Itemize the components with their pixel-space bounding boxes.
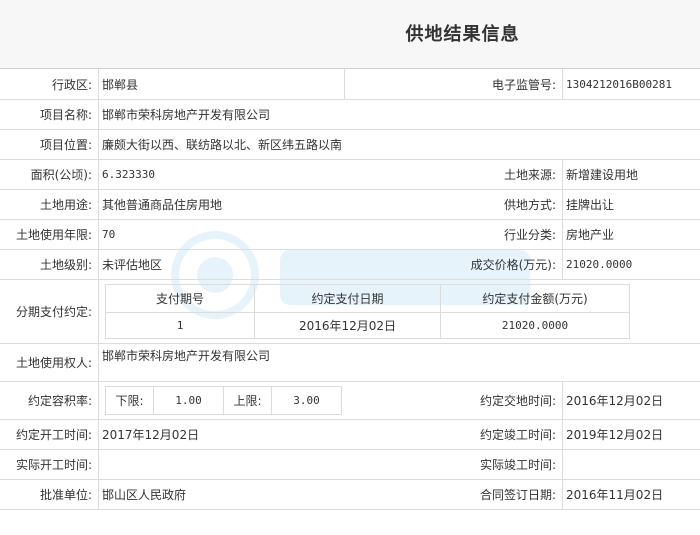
finish-value: 2019年12月02日 bbox=[566, 428, 664, 442]
use-years-label: 土地使用年限: bbox=[0, 220, 99, 249]
start-value: 2017年12月02日 bbox=[102, 428, 200, 442]
land-level-value: 未评估地区 bbox=[102, 258, 163, 272]
row-start: 约定开工时间: 2017年12月02日 约定竣工时间: 2019年12月02日 bbox=[0, 420, 700, 450]
supervision-label: 电子监管号: bbox=[344, 69, 563, 99]
installment-date: 2016年12月02日 bbox=[255, 313, 441, 338]
row-far: 约定容积率: 下限: 1.00 上限: 3.00 约定交地时间: 2016年12… bbox=[0, 382, 700, 420]
supply-method-value: 挂牌出让 bbox=[566, 198, 615, 212]
actual-finish-value bbox=[563, 450, 700, 479]
deal-price-label: 成交价格(万元): bbox=[344, 250, 563, 279]
land-use-value: 其他普通商品住房用地 bbox=[102, 198, 223, 212]
row-land-use: 土地用途: 其他普通商品住房用地 供地方式: 挂牌出让 bbox=[0, 190, 700, 220]
contract-date-label: 合同签订日期: bbox=[344, 480, 563, 509]
row-land-user: 土地使用权人: 邯郸市荣科房地产开发有限公司 bbox=[0, 344, 700, 382]
far-lower-value: 1.00 bbox=[154, 387, 224, 414]
district-value: 邯郸县 bbox=[102, 77, 139, 92]
project-location-label: 项目位置: bbox=[0, 130, 99, 159]
project-name-value: 邯郸市荣科房地产开发有限公司 bbox=[102, 108, 271, 122]
installment-header-amount: 约定支付金额(万元) bbox=[482, 292, 588, 306]
installment-period: 1 bbox=[106, 313, 255, 338]
installment-header-period: 支付期号 bbox=[106, 285, 255, 312]
contract-date-value: 2016年11月02日 bbox=[566, 488, 664, 502]
deal-price-value: 21020.0000 bbox=[566, 258, 633, 271]
row-approver: 批准单位: 邯山区人民政府 合同签订日期: 2016年11月02日 bbox=[0, 480, 700, 510]
actual-start-value bbox=[99, 450, 344, 479]
row-installment: 分期支付约定: 支付期号 约定支付日期 约定支付金额(万元) 1 2016年12… bbox=[0, 280, 700, 344]
far-upper-value: 3.00 bbox=[293, 394, 320, 407]
land-level-label: 土地级别: bbox=[0, 250, 99, 279]
installment-header-row: 支付期号 约定支付日期 约定支付金额(万元) bbox=[106, 285, 629, 313]
row-actual: 实际开工时间: 实际竣工时间: bbox=[0, 450, 700, 480]
area-label: 面积(公顷): bbox=[0, 160, 99, 189]
supply-method-label: 供地方式: bbox=[344, 190, 563, 219]
actual-finish-label: 实际竣工时间: bbox=[344, 450, 563, 479]
handover-label: 约定交地时间: bbox=[344, 382, 563, 419]
finish-label: 约定竣工时间: bbox=[344, 420, 563, 449]
project-location-value: 廉颇大街以西、联纺路以北、新区纬五路以南 bbox=[102, 138, 343, 152]
land-user-label: 土地使用权人: bbox=[0, 344, 99, 381]
actual-start-label: 实际开工时间: bbox=[0, 450, 99, 479]
handover-value: 2016年12月02日 bbox=[566, 394, 664, 408]
use-years-value: 70 bbox=[102, 228, 116, 241]
page-title: 供地结果信息 bbox=[405, 24, 520, 45]
land-use-label: 土地用途: bbox=[0, 190, 99, 219]
row-use-years: 土地使用年限: 70 行业分类: 房地产业 bbox=[0, 220, 700, 250]
installment-amount: 21020.0000 bbox=[501, 319, 569, 332]
page-header: 供地结果信息 bbox=[0, 0, 700, 69]
district-label: 行政区: bbox=[0, 69, 99, 99]
far-label: 约定容积率: bbox=[0, 382, 99, 419]
approver-value: 邯山区人民政府 bbox=[102, 488, 187, 502]
supervision-value: 1304212016B00281 bbox=[566, 77, 672, 91]
row-project-name: 项目名称: 邯郸市荣科房地产开发有限公司 bbox=[0, 100, 700, 130]
row-area: 面积(公顷): 6.323330 土地来源: 新增建设用地 bbox=[0, 160, 700, 190]
land-source-label: 土地来源: bbox=[344, 160, 563, 189]
far-upper-label: 上限: bbox=[224, 387, 272, 414]
installment-table: 支付期号 约定支付日期 约定支付金额(万元) 1 2016年12月02日 210… bbox=[105, 284, 630, 339]
land-source-value: 新增建设用地 bbox=[566, 168, 639, 182]
far-box: 下限: 1.00 上限: 3.00 bbox=[105, 386, 342, 415]
row-district: 行政区: 邯郸县 电子监管号: 1304212016B00281 bbox=[0, 69, 700, 100]
project-name-label: 项目名称: bbox=[0, 100, 99, 129]
start-label: 约定开工时间: bbox=[0, 420, 99, 449]
installment-data-row: 1 2016年12月02日 21020.0000 bbox=[106, 313, 629, 338]
industry-value: 房地产业 bbox=[566, 228, 615, 242]
far-lower-label: 下限: bbox=[106, 387, 154, 414]
approver-label: 批准单位: bbox=[0, 480, 99, 509]
area-value: 6.323330 bbox=[102, 168, 155, 181]
row-project-location: 项目位置: 廉颇大街以西、联纺路以北、新区纬五路以南 bbox=[0, 130, 700, 160]
industry-label: 行业分类: bbox=[344, 220, 563, 249]
installment-header-date: 约定支付日期 bbox=[255, 285, 441, 312]
land-user-value: 邯郸市荣科房地产开发有限公司 bbox=[102, 349, 271, 363]
installment-label: 分期支付约定: bbox=[0, 280, 99, 343]
row-land-level: 土地级别: 未评估地区 成交价格(万元): 21020.0000 bbox=[0, 250, 700, 280]
